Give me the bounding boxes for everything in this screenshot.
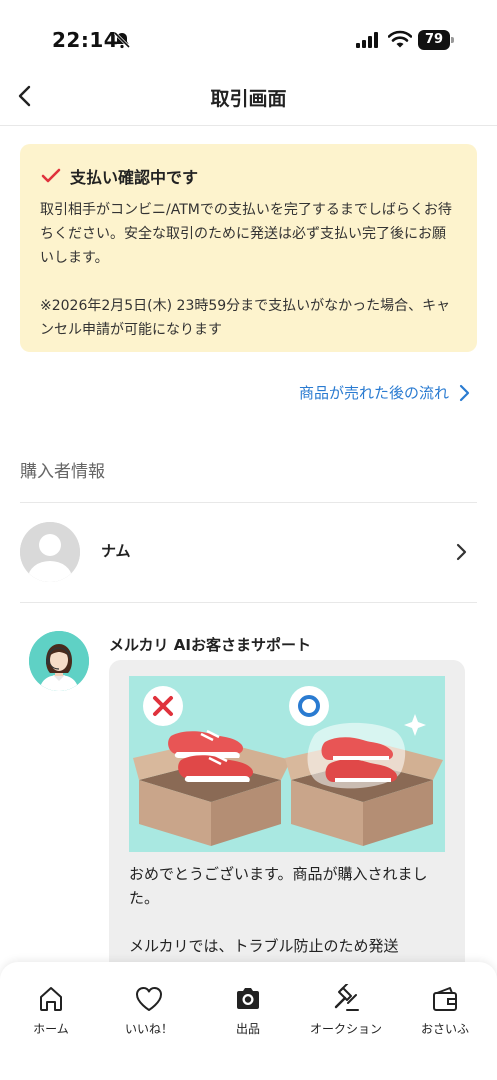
buyer-row[interactable]: ナム: [0, 504, 497, 602]
chevron-right-icon: [456, 543, 467, 561]
tab-home-label: ホーム: [33, 1022, 69, 1036]
wallet-icon: [433, 987, 457, 1011]
camera-icon: [237, 988, 259, 1009]
page-title: 取引画面: [210, 88, 287, 110]
tab-wallet[interactable]: おさいふ: [400, 984, 490, 1044]
battery-indicator: 79: [418, 30, 454, 50]
chevron-right-icon: [459, 384, 470, 401]
after-sale-flow-link[interactable]: 商品が売れた後の流れ: [299, 382, 471, 403]
support-agent-avatar: [29, 631, 89, 691]
default-avatar-icon: [20, 522, 80, 582]
support-agent-icon: [29, 631, 89, 691]
tab-sell-label: 出品: [235, 1022, 260, 1036]
notice-body: 取引相手がコンビニ/ATMでの支払いを完了するまでしばらくお待ちください。安全な…: [40, 202, 452, 266]
status-time: 22:14: [52, 28, 119, 52]
flow-link-label: 商品が売れた後の流れ: [298, 384, 449, 402]
packaging-illustration: [129, 676, 445, 852]
tab-auction[interactable]: オークション: [301, 984, 391, 1044]
divider: [20, 502, 477, 503]
buyer-name: ナム: [101, 542, 131, 560]
message-bubble: おめでとうございます。商品が購入されました。 メルカリでは、トラブル防止のため発…: [109, 660, 465, 980]
bell-muted-icon: [113, 31, 131, 49]
tab-likes[interactable]: いいね！: [104, 984, 194, 1044]
home-icon: [40, 987, 62, 1011]
tab-wallet-label: おさいふ: [420, 1022, 469, 1036]
heart-icon: [136, 987, 162, 1011]
buyer-avatar: [20, 522, 80, 582]
check-icon: [41, 168, 61, 183]
payment-notice: 支払い確認中です 取引相手がコンビニ/ATMでの支払いを完了するまでしばらくお待…: [20, 144, 477, 352]
divider: [20, 602, 477, 603]
battery-level: 79: [418, 30, 450, 50]
bottom-tab-bar: ホーム いいね！ 出品 オークション おさいふ: [0, 962, 497, 1080]
status-bar: 22:14 79: [0, 0, 497, 80]
tab-home[interactable]: ホーム: [6, 984, 96, 1044]
tab-likes-label: いいね！: [124, 1022, 173, 1036]
support-name: メルカリ AIお客さまサポート: [109, 636, 311, 654]
battery-tip: [451, 37, 454, 43]
tab-auction-label: オークション: [309, 1022, 382, 1036]
buyer-section-heading: 購入者情報: [20, 462, 105, 482]
gavel-icon: [334, 984, 359, 1011]
support-message: おめでとうございます。商品が購入されました。: [129, 865, 428, 907]
signal-icon: [356, 32, 378, 48]
wifi-icon: [388, 30, 412, 48]
header: 取引画面: [0, 70, 497, 126]
notice-head: 支払い確認中です: [40, 164, 457, 188]
support-message-continued: メルカリでは、トラブル防止のため発送: [129, 937, 399, 955]
tab-sell[interactable]: 出品: [203, 984, 293, 1044]
notice-note: ※2026年2月5日(木) 23時59分まで支払いがなかった場合、キャンセル申請…: [40, 298, 451, 338]
notice-title: 支払い確認中です: [70, 168, 199, 187]
